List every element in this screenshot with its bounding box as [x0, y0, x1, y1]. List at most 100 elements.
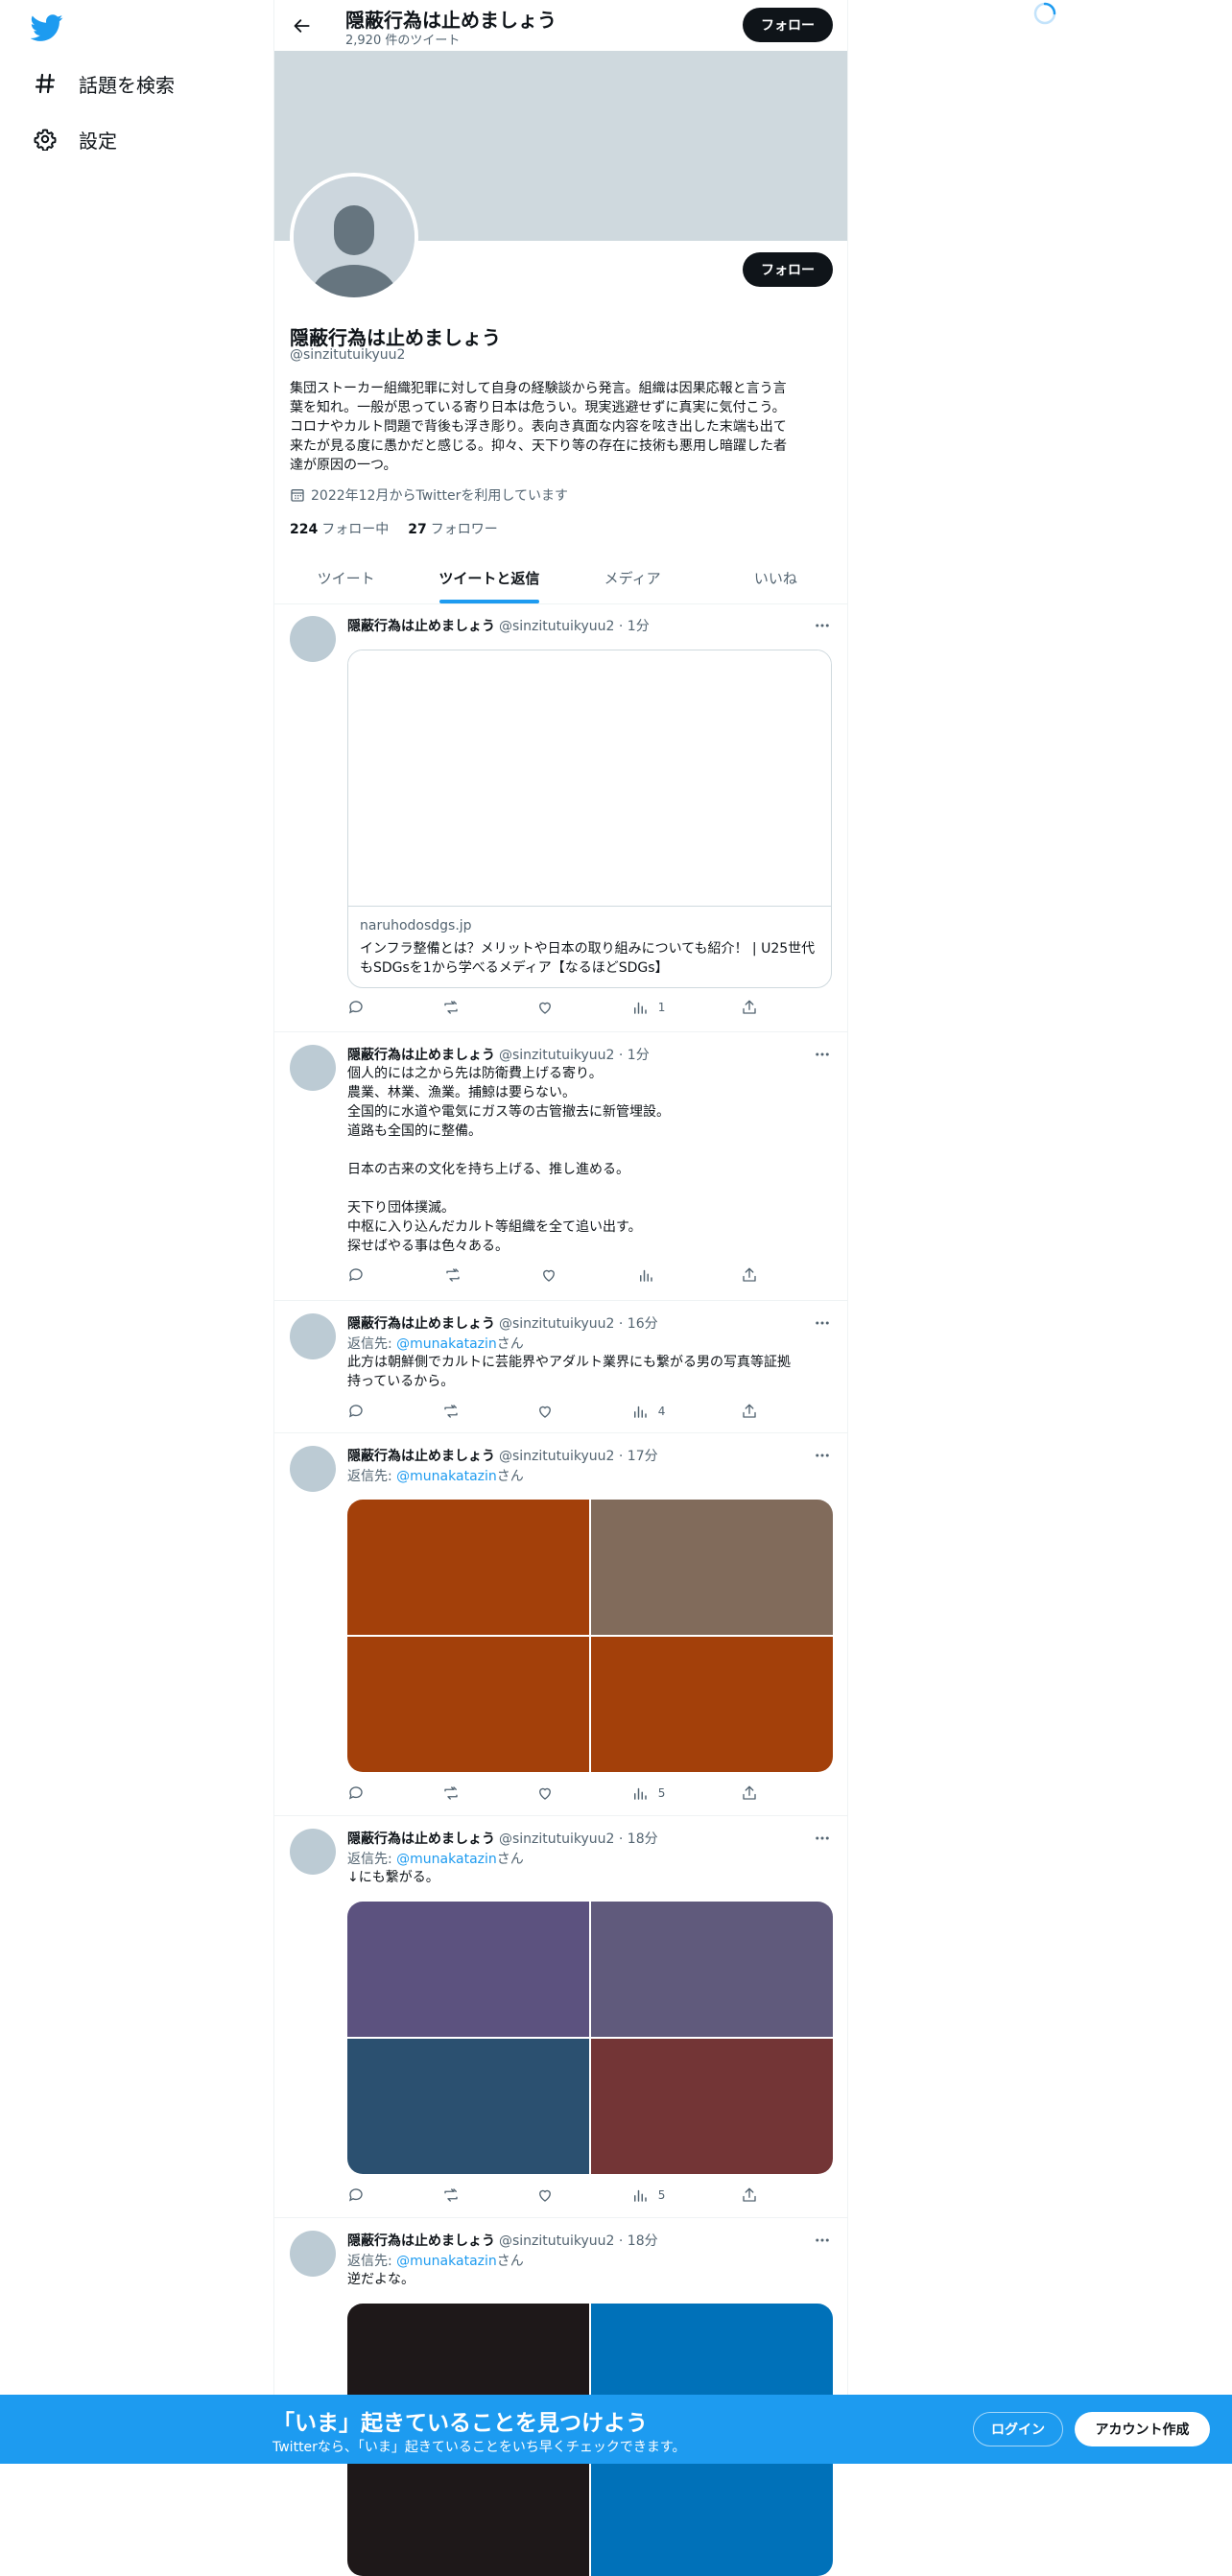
tweet-avatar[interactable] — [290, 1446, 336, 1492]
tweet-image[interactable] — [347, 1902, 589, 2037]
signup-prompt-subtitle: Twitterなら、「いま」起きていることをいち早くチェックできます。 — [272, 2440, 686, 2455]
views-icon[interactable]: 1 — [631, 998, 666, 1017]
tweet-header: 隠蔽行為は止めましょう @sinzitutuikyuu2 · 18分 — [347, 1829, 658, 1848]
reply-prefix: 返信先: — [347, 1852, 397, 1867]
tweet-image[interactable] — [591, 1637, 833, 1772]
tweet-avatar[interactable] — [290, 1313, 336, 1359]
views-count: 1 — [657, 1001, 666, 1014]
reply-mention-link[interactable]: @munakatazin — [396, 2254, 497, 2269]
tweet-author-name[interactable]: 隠蔽行為は止めましょう — [347, 1832, 495, 1847]
views-icon[interactable] — [637, 1265, 664, 1285]
reply-icon[interactable] — [347, 2186, 367, 2205]
reply-icon[interactable] — [347, 1784, 367, 1803]
share-icon[interactable] — [741, 1402, 760, 1421]
share-icon[interactable] — [741, 1784, 760, 1803]
more-options-icon[interactable] — [811, 1827, 834, 1850]
header-tweet-count: 2,920 件のツイート — [345, 34, 461, 48]
signup-prompt-title: 「いま」起きていることを見つけよう — [272, 2411, 648, 2436]
create-account-button[interactable]: アカウント作成 — [1075, 2412, 1210, 2446]
more-options-icon[interactable] — [811, 614, 834, 637]
tweet-text: 逆だよな。 — [347, 2272, 415, 2287]
tab-likes[interactable]: いいね — [704, 553, 847, 603]
views-icon[interactable]: 4 — [631, 1402, 665, 1421]
tab-tweets-and-replies[interactable]: ツイートと返信 — [417, 553, 560, 603]
nav-settings[interactable]: 設定 — [33, 120, 117, 158]
reply-suffix: さん — [496, 1469, 524, 1484]
reply-mention-link[interactable]: @munakatazin — [396, 1852, 497, 1867]
tweet-header: 隠蔽行為は止めましょう @sinzitutuikyuu2 · 17分 — [347, 1446, 658, 1465]
profile-name: 隠蔽行為は止めましょう — [290, 326, 501, 349]
nav-explore-label: 話題を検索 — [79, 73, 175, 97]
tweet-header: 隠蔽行為は止めましょう @sinzitutuikyuu2 · 16分 — [347, 1313, 658, 1333]
tweet-avatar[interactable] — [290, 616, 336, 662]
reply-mention-link[interactable]: @munakatazin — [396, 1469, 497, 1484]
share-icon[interactable] — [741, 2186, 760, 2205]
tweet-avatar[interactable] — [290, 2231, 336, 2277]
reply-context: 返信先: @munakatazinさん — [347, 1334, 524, 1353]
retweet-icon[interactable] — [442, 2186, 462, 2205]
tweet-image-grid — [347, 1902, 833, 2174]
header-follow-button[interactable]: フォロー — [743, 8, 833, 42]
back-arrow-icon[interactable] — [286, 10, 319, 42]
like-icon[interactable] — [540, 1265, 559, 1285]
tweet-avatar[interactable] — [290, 1829, 336, 1875]
tweet-image[interactable] — [347, 2039, 589, 2174]
link-card-image — [348, 650, 831, 907]
tweet-actions — [347, 1265, 760, 1285]
views-icon[interactable]: 5 — [631, 1784, 665, 1803]
tweet-author-name[interactable]: 隠蔽行為は止めましょう — [347, 1048, 495, 1063]
like-icon[interactable] — [536, 1784, 556, 1803]
tab-media[interactable]: メディア — [561, 553, 704, 603]
tweet-author-name[interactable]: 隠蔽行為は止めましょう — [347, 619, 495, 634]
tweet-image[interactable] — [591, 1902, 833, 2037]
twitter-bird-icon[interactable] — [30, 12, 63, 44]
reply-suffix: さん — [496, 1336, 524, 1352]
link-card[interactable]: naruhodosdgs.jp インフラ整備とは？メリットや日本の取り組みについ… — [347, 650, 832, 988]
followers-link[interactable]: 27 フォロワー — [408, 519, 497, 538]
views-icon[interactable]: 5 — [631, 2186, 665, 2205]
more-options-icon[interactable] — [811, 1312, 834, 1335]
login-button[interactable]: ログイン — [973, 2412, 1063, 2446]
more-options-icon[interactable] — [811, 2229, 834, 2252]
tweet-meta: @sinzitutuikyuu2 · 1分 — [499, 619, 650, 634]
loading-spinner-icon — [1033, 2, 1056, 25]
header-title: 隠蔽行為は止めましょう — [345, 9, 557, 32]
retweet-icon[interactable] — [442, 998, 462, 1017]
tweet-image[interactable] — [347, 1637, 589, 1772]
tweet[interactable]: 隠蔽行為は止めましょう @sinzitutuikyuu2 · 16分 返信先: @… — [274, 1302, 847, 1433]
tweet-image[interactable] — [591, 1500, 833, 1635]
retweet-icon[interactable] — [442, 1784, 462, 1803]
reply-context: 返信先: @munakatazinさん — [347, 2251, 524, 2270]
tweet-image[interactable] — [591, 2039, 833, 2174]
tweet-meta: @sinzitutuikyuu2 · 18分 — [499, 1832, 658, 1847]
tab-tweets[interactable]: ツイート — [274, 553, 417, 603]
tweet[interactable]: 隠蔽行為は止めましょう @sinzitutuikyuu2 · 17分 返信先: @… — [274, 1434, 847, 1816]
profile-avatar[interactable] — [290, 173, 418, 301]
like-icon[interactable] — [536, 998, 556, 1017]
tweet-author-name[interactable]: 隠蔽行為は止めましょう — [347, 1449, 495, 1464]
nav-explore[interactable]: 話題を検索 — [33, 64, 175, 103]
tweet-author-name[interactable]: 隠蔽行為は止めましょう — [347, 1316, 495, 1332]
retweet-icon[interactable] — [444, 1265, 463, 1285]
more-options-icon[interactable] — [811, 1043, 834, 1066]
retweet-icon[interactable] — [442, 1402, 462, 1421]
tweet-avatar[interactable] — [290, 1045, 336, 1091]
tweet-image[interactable] — [347, 1500, 589, 1635]
more-options-icon[interactable] — [811, 1444, 834, 1467]
like-icon[interactable] — [536, 2186, 556, 2205]
share-icon[interactable] — [741, 998, 760, 1017]
tweet-author-name[interactable]: 隠蔽行為は止めましょう — [347, 2233, 495, 2249]
reply-icon[interactable] — [347, 1402, 367, 1421]
profile-follow-button[interactable]: フォロー — [743, 252, 833, 287]
reply-icon[interactable] — [347, 1265, 367, 1285]
reply-icon[interactable] — [347, 998, 367, 1017]
following-link[interactable]: 224 フォロー中 — [290, 519, 389, 538]
share-icon[interactable] — [741, 1265, 760, 1285]
tweet-text: 此方は朝鮮側でカルトに芸能界やアダルト業界にも繋がる男の写真等証拠 持っているか… — [347, 1355, 791, 1389]
reply-mention-link[interactable]: @munakatazin — [396, 1336, 497, 1352]
tweet[interactable]: 隠蔽行為は止めましょう @sinzitutuikyuu2 · 1分 個人的には之か… — [274, 1033, 847, 1301]
tweet[interactable]: 隠蔽行為は止めましょう @sinzitutuikyuu2 · 18分 返信先: @… — [274, 1817, 847, 2218]
reply-context: 返信先: @munakatazinさん — [347, 1849, 524, 1868]
tweet[interactable]: 隠蔽行為は止めましょう @sinzitutuikyuu2 · 1分 naruhod… — [274, 604, 847, 1032]
like-icon[interactable] — [536, 1402, 556, 1421]
